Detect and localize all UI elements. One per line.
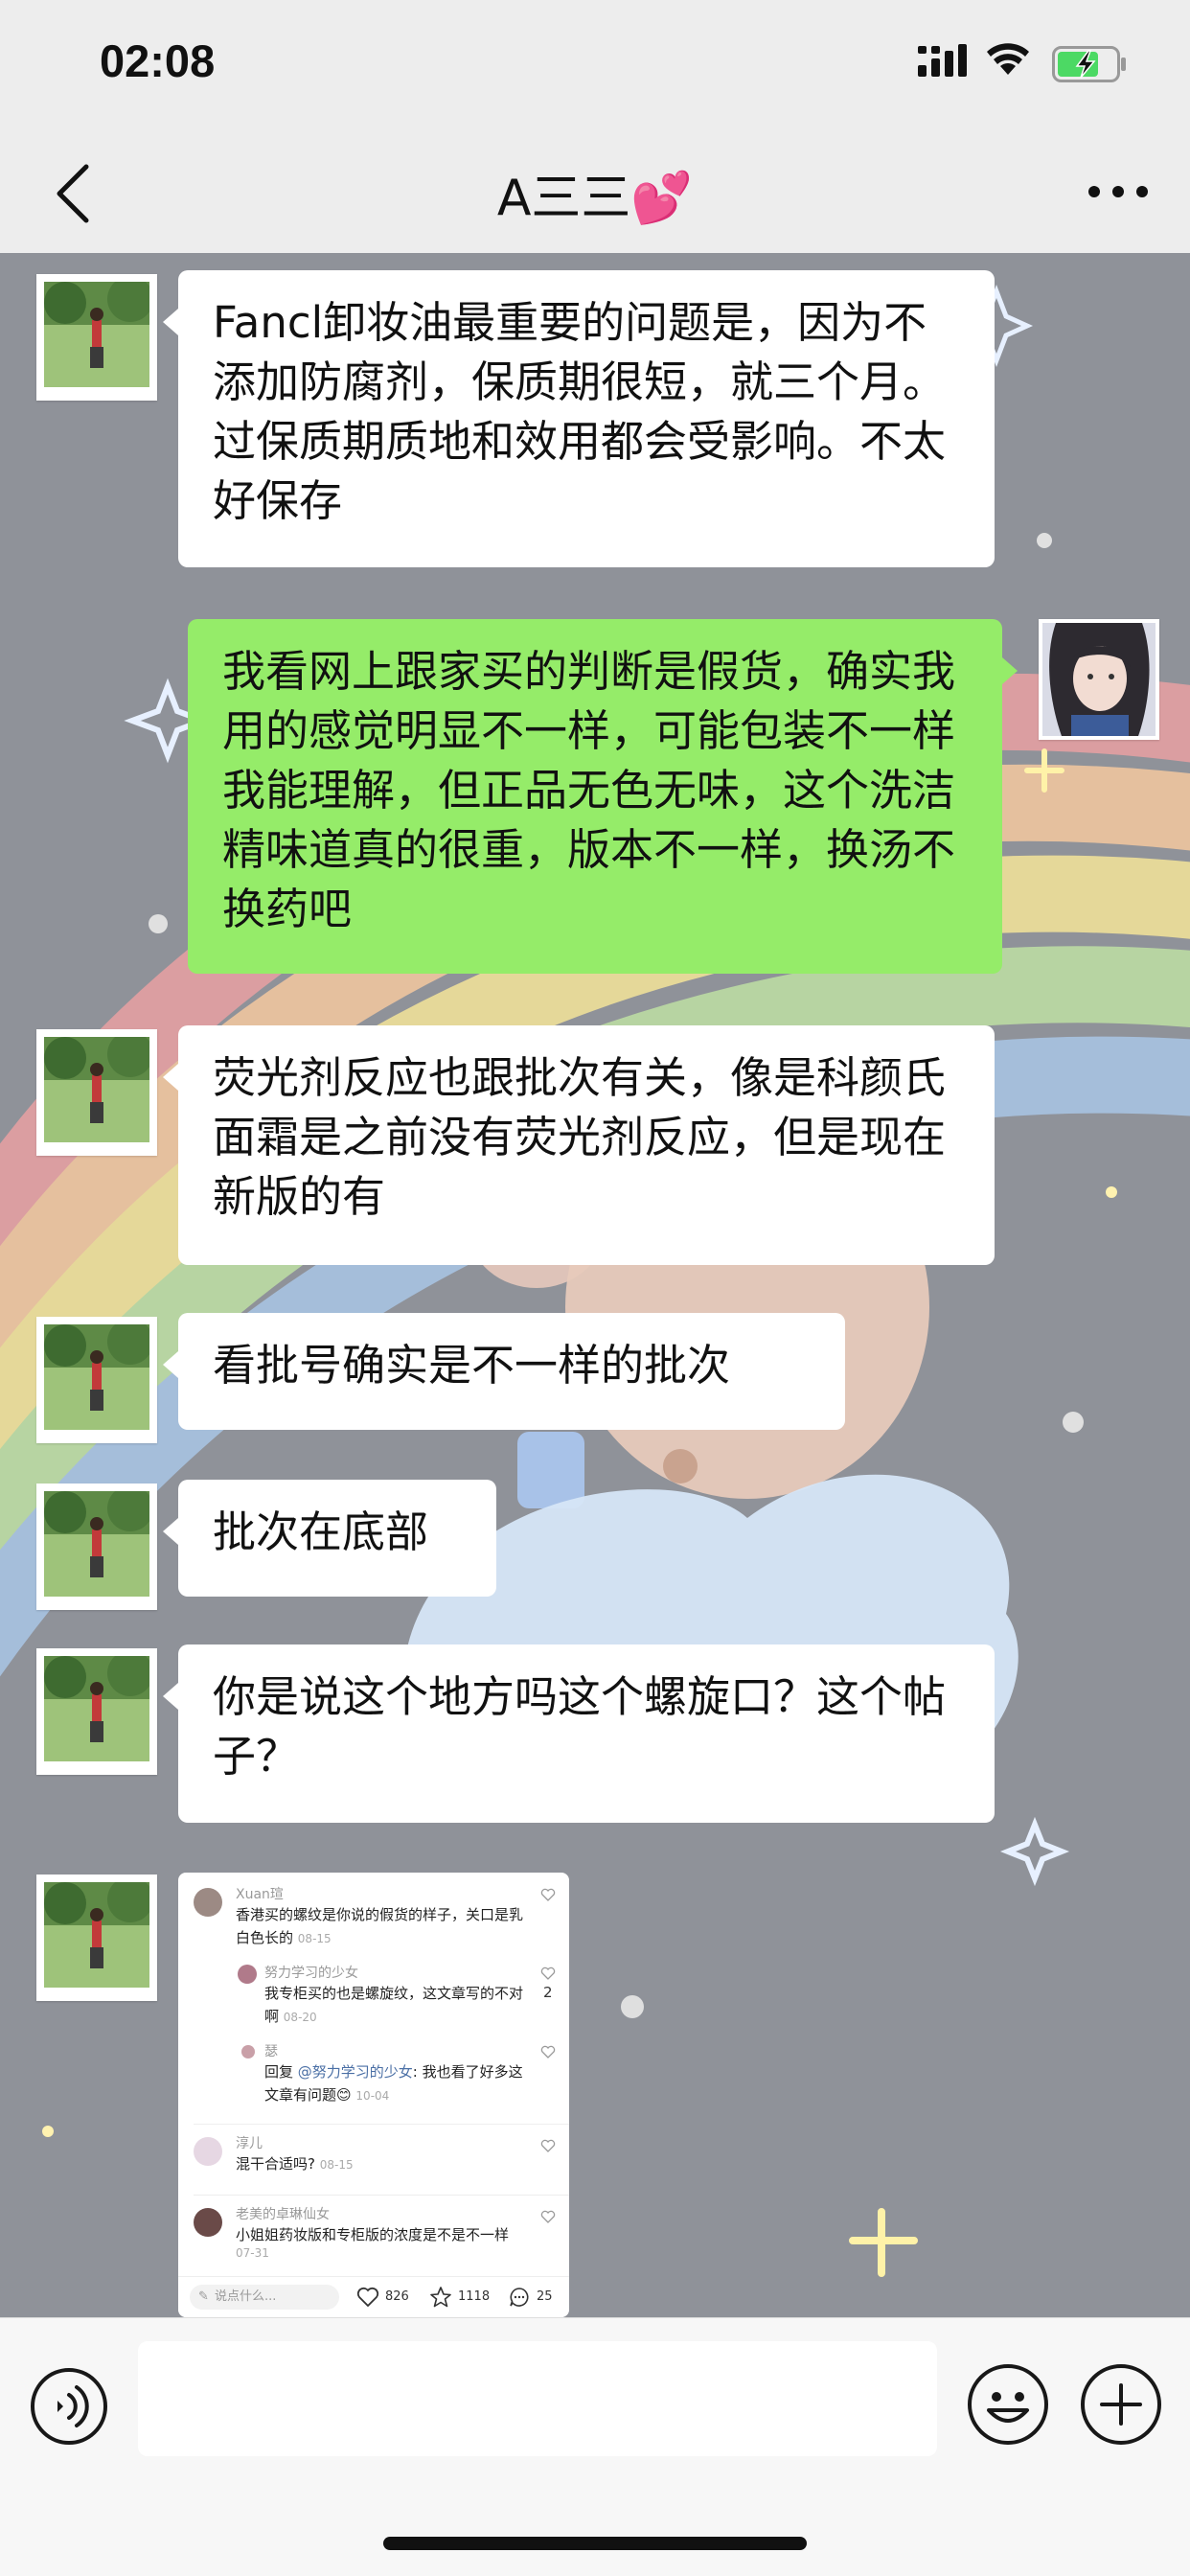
likes-count: 826 [385, 2289, 409, 2304]
my-avatar[interactable] [1039, 619, 1159, 740]
comment-input[interactable]: ✎ 说点什么... [190, 2285, 339, 2310]
message-text: Fancl卸妆油最重要的问题是，因为不添加防腐剂，保质期很短，就三个月。过保质期… [213, 297, 947, 526]
contact-avatar[interactable] [36, 274, 157, 401]
nav-bar: A三三💕 [0, 134, 1190, 254]
message-bubble-incoming[interactable]: 批次在底部 [163, 1480, 496, 1597]
message-text: 我看网上跟家买的判断是假货，确实我用的感觉明显不一样，可能包装不一样我能理解，但… [222, 646, 956, 934]
message-bubble-incoming[interactable]: 荧光剂反应也跟批次有关，像是科颜氏面霜是之前没有荧光剂反应，但是现在新版的有 [163, 1025, 995, 1265]
comment-reply: 瑟 回复 @努力学习的少女: 我也看了好多这文章有问题😊 10-04 [264, 2044, 523, 2104]
post-action-bar: ✎ 说点什么... 826 1118 25 [178, 2276, 569, 2317]
contact-avatar[interactable] [36, 1029, 157, 1156]
like-icon[interactable] [540, 2210, 556, 2223]
home-indicator [383, 2537, 807, 2550]
message-text: 你是说这个地方吗这个螺旋口？这个帖子？ [213, 1671, 947, 1782]
chat-screen: 02:08 A三三💕 Fancl卸妆油最重要的问题是，因为不添加防腐剂，保质期很… [0, 0, 1190, 2576]
comment: 老美的卓琳仙女 小姐姐药妆版和专柜版的浓度是不是不一样 07-31 [236, 2207, 510, 2260]
like-icon[interactable] [540, 1966, 556, 1980]
commenter-avatar [194, 2208, 222, 2237]
contact-avatar[interactable] [36, 1648, 157, 1775]
stars-count: 1118 [458, 2289, 491, 2304]
message-input[interactable] [138, 2341, 937, 2456]
commenter-avatar [238, 1965, 257, 1984]
like-icon[interactable] [540, 2139, 556, 2152]
battery-charging-icon [1052, 46, 1126, 82]
chat-title: A三三💕 [496, 170, 694, 227]
message-text: 批次在底部 [213, 1506, 429, 1557]
comment: 淳儿 混干合适吗? 08-15 [236, 2136, 354, 2173]
message-bubble-outgoing[interactable]: 我看网上跟家买的判断是假货，确实我用的感觉明显不一样，可能包装不一样我能理解，但… [188, 619, 1018, 974]
star-icon[interactable] [429, 2286, 452, 2309]
message-bubble-incoming[interactable]: 看批号确实是不一样的批次 [163, 1313, 845, 1430]
contact-avatar[interactable] [36, 1484, 157, 1610]
commenter-avatar [241, 2045, 255, 2058]
status-bar: 02:08 [0, 0, 1190, 134]
message-text: 荧光剂反应也跟批次有关，像是科颜氏面霜是之前没有荧光剂反应，但是现在新版的有 [213, 1052, 947, 1222]
wifi-icon [987, 43, 1029, 75]
voice-input-icon[interactable] [29, 2366, 109, 2447]
cellular-signal-icon [918, 44, 967, 77]
comment-reply: 努力学习的少女 我专柜买的也是螺旋纹，这文章写的不对啊 08-20 [264, 1966, 524, 2025]
add-icon[interactable] [1079, 2362, 1163, 2447]
comments-count: 25 [537, 2289, 553, 2304]
divider [194, 2124, 569, 2125]
commenter-avatar [194, 2137, 222, 2166]
more-dots-icon[interactable] [1085, 172, 1152, 211]
status-time: 02:08 [100, 35, 216, 86]
like-count: 2 [543, 1984, 553, 2001]
contact-avatar[interactable] [36, 1317, 157, 1443]
image-message[interactable]: Xuan瑄 香港买的螺纹是你说的假货的样子，关口是乳白色长的 08-15 努力学… [178, 1873, 569, 2317]
comment: Xuan瑄 香港买的螺纹是你说的假货的样子，关口是乳白色长的 08-15 [236, 1887, 524, 1946]
message-list[interactable]: Fancl卸妆油最重要的问题是，因为不添加防腐剂，保质期很短，就三个月。过保质期… [0, 253, 1190, 2317]
contact-avatar[interactable] [36, 1874, 157, 2001]
comment-bubble-icon[interactable] [508, 2286, 531, 2309]
like-icon[interactable] [540, 1888, 556, 1901]
input-bar [0, 2317, 1190, 2576]
pencil-icon: ✎ [198, 2289, 209, 2304]
like-icon[interactable] [540, 2045, 556, 2058]
divider [194, 2195, 569, 2196]
message-bubble-incoming[interactable]: Fancl卸妆油最重要的问题是，因为不添加防腐剂，保质期很短，就三个月。过保质期… [163, 270, 995, 567]
message-text: 看批号确实是不一样的批次 [213, 1340, 731, 1391]
commenter-avatar [194, 1888, 222, 1917]
message-bubble-incoming[interactable]: 你是说这个地方吗这个螺旋口？这个帖子？ [163, 1644, 995, 1823]
emoji-icon[interactable] [966, 2362, 1050, 2447]
heart-icon[interactable] [356, 2287, 379, 2308]
